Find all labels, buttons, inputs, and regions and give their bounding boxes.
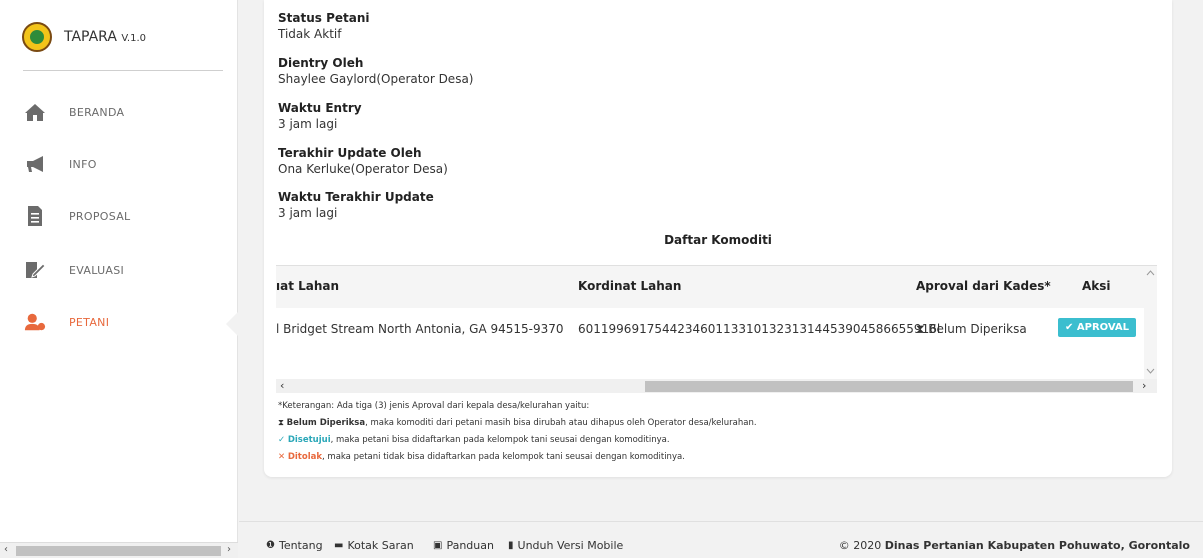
active-indicator bbox=[226, 312, 238, 336]
mobile-icon: ▮ bbox=[508, 540, 514, 551]
scrollbar-thumb[interactable] bbox=[645, 381, 1133, 392]
home-icon bbox=[24, 101, 46, 123]
cross-icon: ✕ bbox=[278, 452, 286, 462]
field-value: 3 jam lagi bbox=[278, 206, 338, 220]
note-label: Ditolak bbox=[287, 452, 323, 462]
field-value: Tidak Aktif bbox=[278, 27, 342, 41]
field-dientry-oleh: Dientry Oleh Shaylee Gaylord(Operator De… bbox=[278, 56, 473, 86]
note-label: Belum Diperiksa bbox=[286, 418, 366, 428]
note-label: Disetujui bbox=[287, 435, 331, 445]
field-value: Ona Kerluke(Operator Desa) bbox=[278, 162, 448, 176]
brand-text: TAPARA V.1.0 bbox=[64, 29, 146, 45]
sidebar: TAPARA V.1.0 BERANDA INFO PROPOSAL EVALU… bbox=[0, 0, 238, 558]
column-header-alamat: ıat Lahan bbox=[276, 279, 340, 293]
sidebar-item-label: INFO bbox=[69, 157, 97, 171]
sidebar-scrollbar[interactable]: ‹ › bbox=[0, 542, 238, 558]
petani-detail-card: Status Petani Tidak Aktif Dientry Oleh S… bbox=[264, 0, 1172, 477]
copyright-org: Dinas Pertanian Kabupaten Pohuwato, Goro… bbox=[884, 539, 1190, 552]
copyright-prefix: © 2020 bbox=[838, 539, 885, 552]
field-label: Waktu Terakhir Update bbox=[278, 190, 434, 204]
sidebar-item-petani[interactable]: PETANI bbox=[24, 307, 109, 337]
komoditi-title: Daftar Komoditi bbox=[664, 233, 772, 247]
note-belum-diperiksa: ⧗ Belum Diperiksa, maka komoditi dari pe… bbox=[278, 415, 757, 432]
evaluation-icon bbox=[24, 259, 46, 281]
scrollbar-thumb[interactable] bbox=[16, 546, 221, 556]
note-disetujui: ✓ Disetujui, maka petani bisa didaftarka… bbox=[278, 432, 757, 449]
footer-link-label: Kotak Saran bbox=[347, 539, 414, 552]
aproval-button[interactable]: ✔ APROVAL bbox=[1058, 318, 1137, 337]
hourglass-icon: ⧗ bbox=[278, 418, 284, 428]
field-waktu-terakhir-update: Waktu Terakhir Update 3 jam lagi bbox=[278, 190, 434, 220]
cell-status: ⧗ Belum Diperiksa bbox=[916, 322, 1027, 337]
cell-alamat: l Bridget Stream North Antonia, GA 94515… bbox=[276, 322, 564, 336]
scroll-left-icon[interactable]: ‹ bbox=[280, 379, 284, 392]
divider bbox=[23, 70, 223, 71]
megaphone-icon bbox=[24, 153, 46, 175]
footer-link-label: Panduan bbox=[446, 539, 494, 552]
footer-link-tentang[interactable]: ❶ Tentang bbox=[266, 539, 323, 552]
status-text: Belum Diperiksa bbox=[928, 322, 1027, 336]
note-ditolak: ✕ Ditolak, maka petani tidak bisa didaft… bbox=[278, 449, 757, 466]
note-text: , maka petani tidak bisa didaftarkan pad… bbox=[322, 452, 685, 462]
note-text: , maka komoditi dari petani masih bisa d… bbox=[365, 418, 757, 428]
scroll-right-icon[interactable]: › bbox=[227, 544, 231, 555]
sidebar-item-proposal[interactable]: PROPOSAL bbox=[24, 201, 130, 231]
check-icon: ✓ bbox=[278, 435, 286, 445]
scroll-arrows-icon bbox=[1146, 270, 1155, 374]
sidebar-item-label: PROPOSAL bbox=[69, 209, 131, 223]
field-value: Shaylee Gaylord(Operator Desa) bbox=[278, 72, 474, 86]
column-header-aproval: Aproval dari Kades* bbox=[916, 279, 1051, 293]
sidebar-item-evaluasi[interactable]: EVALUASI bbox=[24, 255, 124, 285]
field-waktu-entry: Waktu Entry 3 jam lagi bbox=[278, 101, 362, 131]
sidebar-item-beranda[interactable]: BERANDA bbox=[24, 97, 124, 127]
keterangan-notes: *Keterangan: Ada tiga (3) jenis Aproval … bbox=[278, 398, 757, 466]
field-label: Terakhir Update Oleh bbox=[278, 146, 422, 160]
footer-link-unduh-mobile[interactable]: ▮ Unduh Versi Mobile bbox=[508, 539, 623, 552]
notes-intro: *Keterangan: Ada tiga (3) jenis Aproval … bbox=[278, 401, 590, 411]
table-horizontal-scrollbar[interactable]: ‹ › bbox=[276, 379, 1157, 393]
footer-link-panduan[interactable]: ▣ Panduan bbox=[433, 539, 494, 552]
sidebar-item-info[interactable]: INFO bbox=[24, 149, 97, 179]
pdf-icon: ▣ bbox=[433, 540, 443, 551]
field-label: Waktu Entry bbox=[278, 101, 362, 115]
sidebar-item-label: EVALUASI bbox=[69, 263, 125, 277]
scroll-left-icon[interactable]: ‹ bbox=[4, 544, 8, 555]
footer: ❶ Tentang ▬ Kotak Saran ▣ Panduan ▮ Unduh Ve… bbox=[239, 521, 1203, 558]
field-status-petani: Status Petani Tidak Aktif bbox=[278, 11, 370, 41]
brand[interactable]: TAPARA V.1.0 bbox=[22, 22, 146, 52]
column-header-kordinat: Kordinat Lahan bbox=[578, 279, 682, 293]
inbox-icon: ▬ bbox=[334, 540, 344, 551]
sidebar-item-label: BERANDA bbox=[69, 105, 125, 119]
logo-icon bbox=[22, 22, 52, 52]
sidebar-item-label: PETANI bbox=[69, 315, 110, 329]
field-value: 3 jam lagi bbox=[278, 117, 338, 131]
scroll-right-icon[interactable]: › bbox=[1142, 379, 1146, 392]
copyright: © 2020 Dinas Pertanian Kabupaten Pohuwat… bbox=[839, 539, 1190, 552]
farmer-icon bbox=[24, 311, 46, 333]
check-icon: ✔ bbox=[1065, 322, 1074, 333]
field-terakhir-update-oleh: Terakhir Update Oleh Ona Kerluke(Operato… bbox=[278, 146, 448, 176]
field-label: Dientry Oleh bbox=[278, 56, 364, 70]
table-vertical-scrollbar[interactable] bbox=[1144, 266, 1157, 379]
footer-link-kotak-saran[interactable]: ▬ Kotak Saran bbox=[334, 539, 414, 552]
cell-kordinat: 6011996917544234601133101323131445390458… bbox=[578, 322, 941, 336]
komoditi-table[interactable]: ıat Lahan Kordinat Lahan Aproval dari Ka… bbox=[276, 265, 1157, 393]
app-version: V.1.0 bbox=[121, 33, 146, 44]
table-header: ıat Lahan Kordinat Lahan Aproval dari Ka… bbox=[276, 266, 1144, 308]
note-text: , maka petani bisa didaftarkan pada kelo… bbox=[330, 435, 670, 445]
app-name: TAPARA bbox=[64, 29, 117, 45]
aproval-label: APROVAL bbox=[1076, 322, 1130, 333]
column-header-aksi: Aksi bbox=[1082, 279, 1111, 293]
info-icon: ❶ bbox=[266, 540, 275, 551]
footer-link-label: Tentang bbox=[278, 539, 323, 552]
footer-link-label: Unduh Versi Mobile bbox=[517, 539, 624, 552]
document-icon bbox=[24, 205, 46, 227]
field-label: Status Petani bbox=[278, 11, 370, 25]
hourglass-icon: ⧗ bbox=[916, 322, 925, 336]
